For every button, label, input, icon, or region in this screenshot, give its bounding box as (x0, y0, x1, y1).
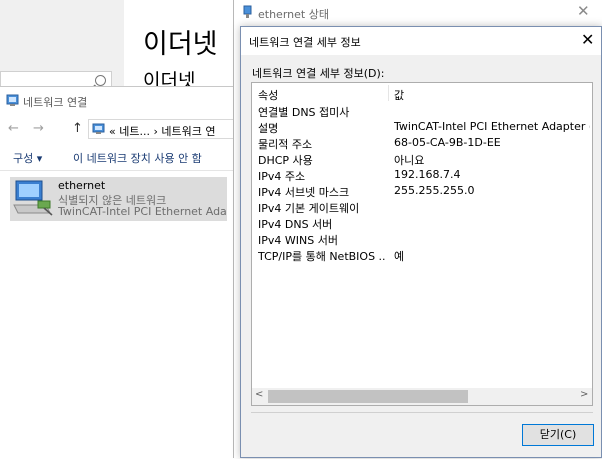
settings-page-title: 이더넷 (143, 29, 218, 60)
table-row[interactable]: IPv4 주소 192.168.7.4 (252, 167, 592, 183)
column-divider[interactable] (388, 85, 389, 101)
close-icon[interactable]: ✕ (577, 2, 590, 20)
network-connections-window: 네트워크 연결 ← → ↑ « 네트... › 네트워크 연 구성 ▾ 이 네트… (0, 86, 238, 459)
scrollbar-thumb[interactable] (268, 390, 468, 403)
address-bar[interactable]: « 네트... › 네트워크 연 (88, 119, 238, 139)
network-connections-title: 네트워크 연결 (23, 96, 88, 109)
adapter-description: TwinCAT-Intel PCI Ethernet Adap... (58, 205, 226, 218)
close-icon[interactable]: ✕ (581, 30, 594, 49)
table-row[interactable]: 설명 TwinCAT-Intel PCI Ethernet Adapter (G… (252, 119, 592, 135)
value-cell: 예 (394, 250, 405, 263)
table-row[interactable]: IPv4 기본 게이트웨이 (252, 199, 592, 215)
organize-button[interactable]: 구성 ▾ (13, 150, 42, 166)
column-header-property[interactable]: 속성 (258, 87, 278, 103)
list-header: 속성 값 (252, 83, 592, 103)
network-folder-icon (92, 123, 105, 134)
scroll-right-icon[interactable]: > (580, 389, 588, 400)
property-cell: IPv4 DNS 서버 (258, 218, 333, 231)
property-cell: IPv4 주소 (258, 170, 306, 183)
table-row[interactable]: IPv4 서브넷 마스크 255.255.255.0 (252, 183, 592, 199)
search-icon (95, 75, 106, 86)
adapter-list-item[interactable]: ethernet 식별되지 않은 네트워크 TwinCAT-Intel PCI … (10, 177, 227, 221)
horizontal-scrollbar[interactable]: < > (252, 388, 592, 405)
network-folder-icon (6, 94, 19, 106)
network-details-dialog: 네트워크 연결 세부 정보 ✕ 네트워크 연결 세부 정보(D): 속성 값 연… (240, 26, 602, 458)
ethernet-status-title: ethernet 상태 (258, 8, 329, 21)
column-header-value[interactable]: 값 (394, 87, 404, 103)
value-cell: 68-05-CA-9B-1D-EE (394, 136, 501, 149)
scroll-left-icon[interactable]: < (255, 389, 263, 400)
table-row[interactable]: IPv4 WINS 서버 (252, 231, 592, 247)
table-row[interactable]: TCP/IP를 통해 NetBIOS ... 예 (252, 247, 592, 263)
property-cell: IPv4 기본 게이트웨이 (258, 202, 360, 215)
property-cell: TCP/IP를 통해 NetBIOS ... (258, 250, 386, 263)
table-row[interactable]: DHCP 사용 아니요 (252, 151, 592, 167)
divider (251, 412, 593, 413)
value-cell: 192.168.7.4 (394, 168, 461, 181)
up-arrow-icon[interactable]: ↑ (72, 121, 83, 136)
value-cell: 255.255.255.0 (394, 184, 475, 197)
property-cell: IPv4 WINS 서버 (258, 234, 338, 247)
adapter-name: ethernet (58, 179, 106, 192)
network-adapter-icon (13, 180, 53, 216)
property-cell: 연결별 DNS 접미사 (258, 106, 350, 119)
property-cell: 설명 (258, 122, 279, 135)
value-cell: 아니요 (394, 154, 425, 167)
value-cell: TwinCAT-Intel PCI Ethernet Adapter (Giga… (394, 120, 590, 133)
ethernet-plug-icon (243, 5, 252, 18)
property-cell: 물리적 주소 (258, 138, 313, 151)
details-list[interactable]: 속성 값 연결별 DNS 접미사 설명 TwinCAT-Intel PCI Et… (251, 82, 593, 406)
disable-device-button[interactable]: 이 네트워크 장치 사용 안 함 (73, 150, 202, 166)
table-row[interactable]: 연결별 DNS 접미사 (252, 103, 592, 119)
forward-arrow-icon[interactable]: → (33, 121, 44, 136)
table-row[interactable]: IPv4 DNS 서버 (252, 215, 592, 231)
table-row[interactable]: 물리적 주소 68-05-CA-9B-1D-EE (252, 135, 592, 151)
details-dialog-title: 네트워크 연결 세부 정보 (249, 36, 361, 49)
details-list-label: 네트워크 연결 세부 정보(D): (252, 67, 385, 80)
property-cell: IPv4 서브넷 마스크 (258, 186, 350, 199)
back-arrow-icon[interactable]: ← (8, 121, 19, 136)
property-cell: DHCP 사용 (258, 154, 313, 167)
close-button[interactable]: 닫기(C) (522, 424, 594, 446)
address-breadcrumb: « 네트... › 네트워크 연 (109, 125, 216, 138)
